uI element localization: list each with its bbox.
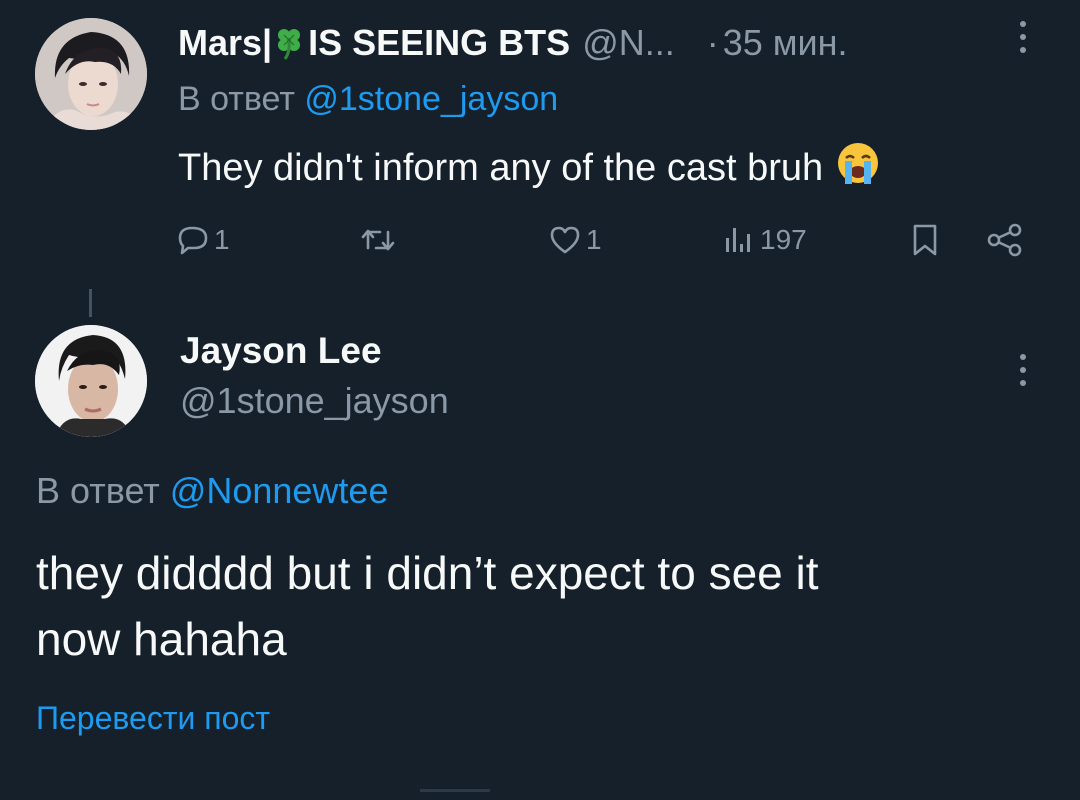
views-chart-icon	[722, 224, 756, 256]
share-button[interactable]	[985, 218, 1025, 262]
avatar-mars[interactable]	[35, 18, 147, 130]
reply-tweet-text: They didn't inform any of the cast bruh	[178, 140, 881, 196]
reply-author-name-suffix[interactable]: IS SEEING BTS	[308, 22, 570, 64]
like-count: 1	[586, 224, 602, 255]
reply-count: 1	[214, 224, 230, 255]
reply-context: В ответ @1stone_jayson	[178, 80, 558, 119]
reply-author-name[interactable]: Mars|	[178, 22, 272, 64]
more-options-icon[interactable]	[1016, 21, 1030, 53]
main-reply-context: В ответ @Nonnewtee	[36, 470, 388, 512]
loudly-crying-face-icon	[835, 140, 881, 196]
views-count: 197	[760, 224, 807, 255]
bookmark-button[interactable]	[908, 218, 942, 262]
reply-prefix: В ответ	[36, 470, 160, 511]
divider	[420, 789, 490, 800]
reply-button[interactable]: 1	[176, 218, 230, 262]
reply-tweet-header: Mars| IS SEEING BTS @N... · 35 мин.	[178, 20, 848, 66]
retweet-button[interactable]	[358, 218, 402, 262]
reply-to-link[interactable]: @Nonnewtee	[170, 470, 389, 511]
avatar-photo-icon	[35, 325, 147, 437]
reply-author-handle[interactable]: @N...	[582, 22, 675, 64]
bookmark-icon	[908, 222, 942, 258]
reply-prefix: В ответ	[178, 80, 295, 118]
heart-icon	[548, 224, 582, 256]
main-tweet-text: they didddd but i didn’t expect to see i…	[36, 540, 1036, 672]
avatar-photo-icon	[35, 18, 147, 130]
main-tweet-text-line: now hahaha	[36, 613, 287, 665]
main-tweet-text-line: they didddd but i didn’t expect to see i…	[36, 547, 819, 599]
reply-tweet-actions: 1 1 197	[0, 218, 1080, 262]
main-author-handle[interactable]: @1stone_jayson	[180, 380, 449, 422]
more-options-icon[interactable]	[1016, 354, 1030, 386]
main-author-name[interactable]: Jayson Lee	[180, 330, 382, 372]
avatar-jayson[interactable]	[35, 325, 147, 437]
translate-post-link[interactable]: Перевести пост	[36, 700, 270, 737]
reply-timestamp[interactable]: 35 мин.	[723, 22, 848, 64]
reply-tweet-body: They didn't inform any of the cast bruh	[178, 146, 824, 189]
retweet-icon	[358, 224, 398, 256]
like-button[interactable]: 1	[548, 218, 602, 262]
share-icon	[985, 222, 1025, 258]
four-leaf-clover-icon	[272, 26, 306, 60]
views-button[interactable]: 197	[722, 218, 807, 262]
thread-connector	[89, 289, 92, 317]
separator-dot: ·	[706, 22, 719, 63]
reply-to-link[interactable]: @1stone_jayson	[304, 80, 558, 118]
comment-icon	[176, 224, 210, 256]
